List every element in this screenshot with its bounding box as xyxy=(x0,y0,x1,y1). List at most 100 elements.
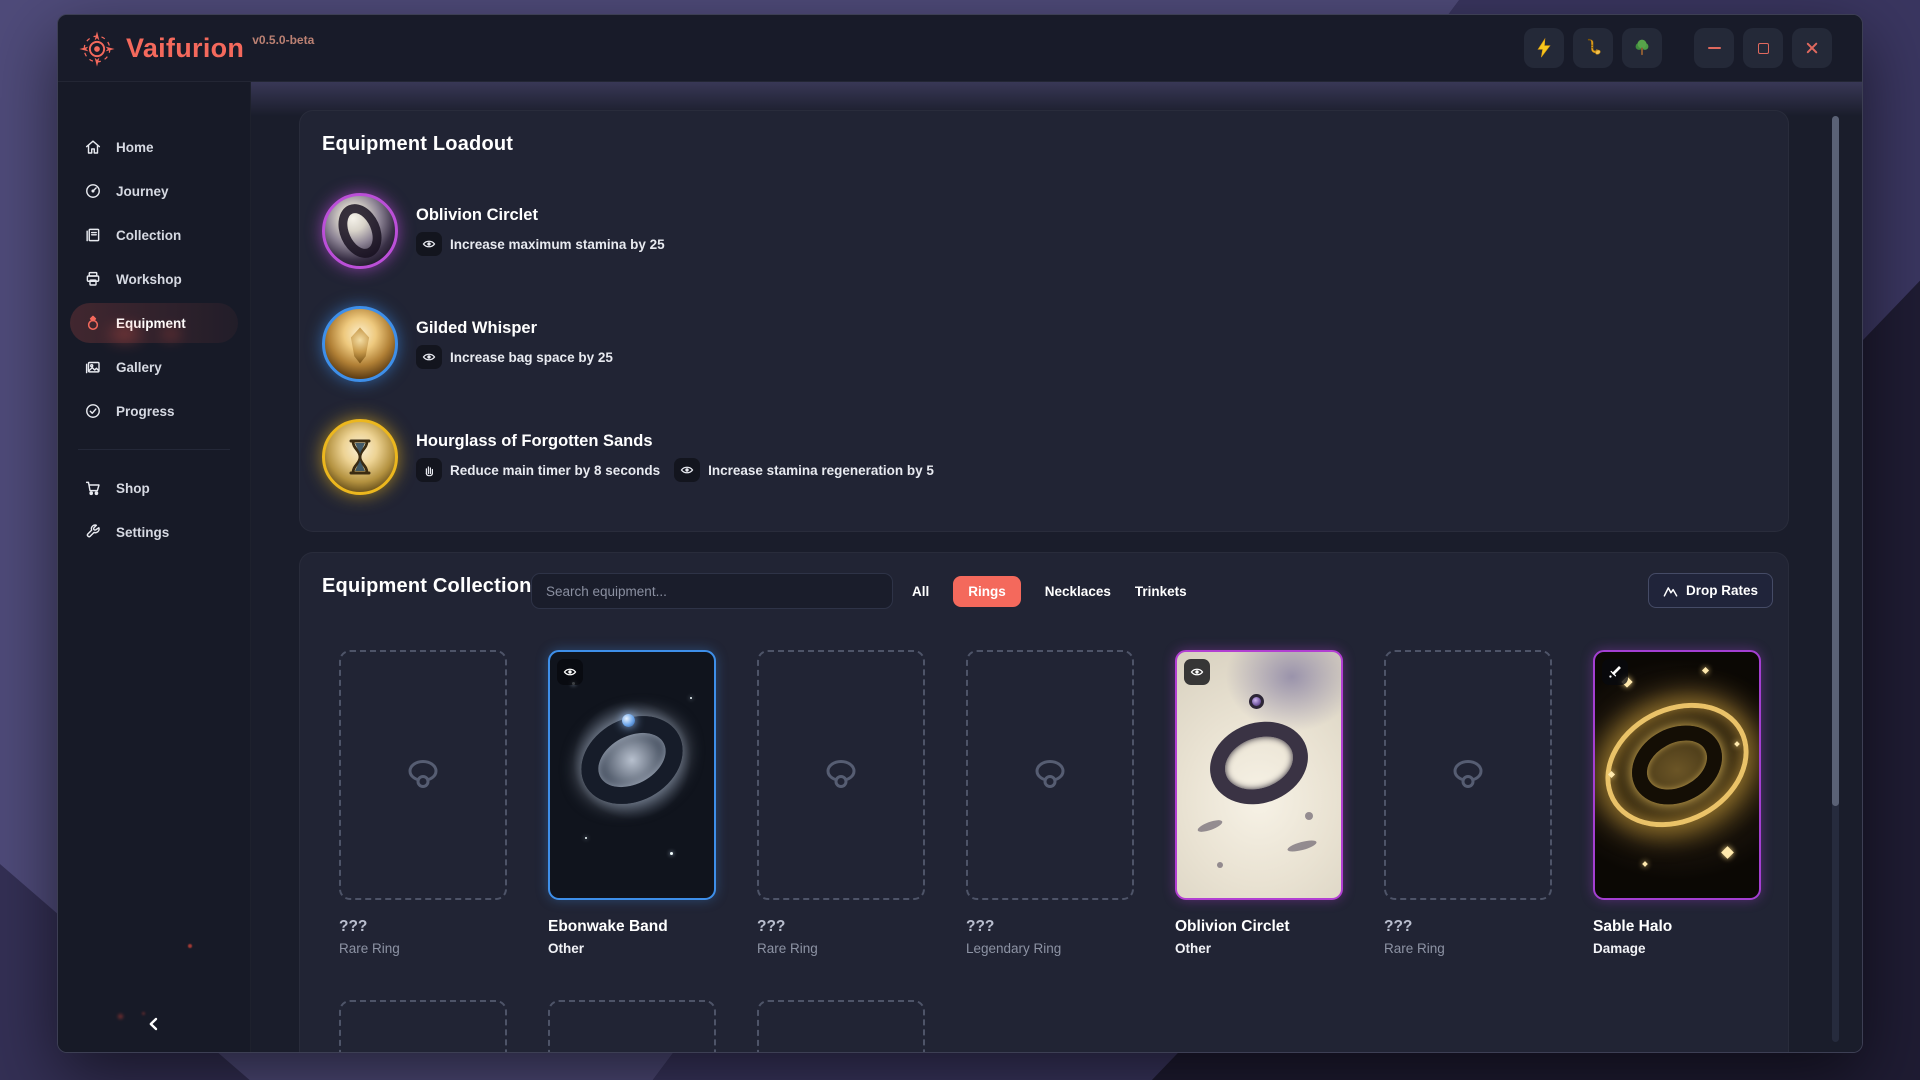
minimize-button[interactable] xyxy=(1694,28,1734,68)
loadout-item-hourglass[interactable]: Hourglass of Forgotten Sands Reduce main… xyxy=(322,417,934,497)
equipped-item-icon[interactable] xyxy=(322,193,398,269)
app-version: v0.5.0-beta xyxy=(252,33,314,47)
unknown-card[interactable] xyxy=(339,1000,507,1052)
drop-rates-label: Drop Rates xyxy=(1686,583,1758,598)
sidebar-divider xyxy=(78,449,230,450)
loadout-title: Equipment Loadout xyxy=(322,133,513,156)
journey-icon xyxy=(84,182,102,200)
effect-text: Increase maximum stamina by 25 xyxy=(450,237,665,252)
cards-row xyxy=(339,1000,925,1052)
sidebar-item-label: Journey xyxy=(116,184,169,199)
equipment-collection-panel: Equipment Collection All Rings Necklaces… xyxy=(299,552,1789,1052)
loadout-item-name: Hourglass of Forgotten Sands xyxy=(416,432,934,451)
eye-icon xyxy=(557,659,583,685)
sidebar-item-label: Equipment xyxy=(116,316,186,331)
sidebar-item-collection[interactable]: Collection xyxy=(70,215,238,255)
equipped-item-icon[interactable] xyxy=(322,306,398,382)
filter-rings[interactable]: Rings xyxy=(953,576,1021,607)
hourglass-artwork xyxy=(343,437,377,477)
app-window: Vaifurion v0.5.0-beta xyxy=(57,14,1863,1053)
ring-artwork xyxy=(1198,708,1319,817)
minimize-icon xyxy=(1708,47,1721,49)
titlebar: Vaifurion v0.5.0-beta xyxy=(58,15,1862,82)
card-name: Ebonwake Band xyxy=(548,917,716,937)
card-slot-4: ??? Legendary Ring xyxy=(966,650,1134,958)
sidebar: Home Journey Collection Workshop xyxy=(58,82,251,1052)
collection-icon xyxy=(84,226,102,244)
sidebar-item-label: Home xyxy=(116,140,154,155)
saxophone-button[interactable] xyxy=(1573,28,1613,68)
ebonwake-band-card[interactable] xyxy=(548,650,716,900)
tree-button[interactable] xyxy=(1622,28,1662,68)
ring-placeholder-icon xyxy=(402,756,444,794)
card-slot-3: ??? Rare Ring xyxy=(757,650,925,958)
lightning-button[interactable] xyxy=(1524,28,1564,68)
progress-icon xyxy=(84,402,102,420)
loadout-item-text: Gilded Whisper Increase bag space by 25 xyxy=(416,319,613,369)
sable-halo-card[interactable] xyxy=(1593,650,1761,900)
unknown-card[interactable] xyxy=(757,1000,925,1052)
sidebar-item-label: Gallery xyxy=(116,360,162,375)
equipped-item-icon[interactable] xyxy=(322,419,398,495)
oblivion-circlet-card[interactable] xyxy=(1175,650,1343,900)
card-slot-5: Oblivion Circlet Other xyxy=(1175,650,1343,958)
search-input[interactable] xyxy=(531,573,893,609)
ring-placeholder-icon xyxy=(1447,756,1489,794)
unknown-card[interactable] xyxy=(1384,650,1552,900)
pendant-artwork xyxy=(347,327,373,363)
loadout-item-name: Oblivion Circlet xyxy=(416,206,665,225)
card-slot-7: Sable Halo Damage xyxy=(1593,650,1761,958)
card-slot-1: ??? Rare Ring xyxy=(339,650,507,958)
card-slot-9 xyxy=(548,1000,716,1052)
loadout-item-gilded-whisper[interactable]: Gilded Whisper Increase bag space by 25 xyxy=(322,304,613,384)
sidebar-item-journey[interactable]: Journey xyxy=(70,171,238,211)
filter-all[interactable]: All xyxy=(912,584,929,599)
filter-necklaces[interactable]: Necklaces xyxy=(1045,584,1111,599)
sidebar-collapse-button[interactable] xyxy=(138,1008,170,1040)
unknown-card[interactable] xyxy=(339,650,507,900)
loadout-item-oblivion-circlet[interactable]: Oblivion Circlet Increase maximum stamin… xyxy=(322,191,665,271)
card-slot-8 xyxy=(339,1000,507,1052)
effect-badge: Increase bag space by 25 xyxy=(416,345,613,369)
sidebar-item-label: Collection xyxy=(116,228,181,243)
gallery-icon xyxy=(84,358,102,376)
loadout-item-text: Hourglass of Forgotten Sands Reduce main… xyxy=(416,432,934,482)
loadout-item-name: Gilded Whisper xyxy=(416,319,613,338)
cards-row: ??? Rare Ring xyxy=(339,650,1761,958)
close-icon xyxy=(1805,41,1819,55)
drop-rates-button[interactable]: Drop Rates xyxy=(1648,573,1773,608)
home-icon xyxy=(84,138,102,156)
unknown-card[interactable] xyxy=(548,1000,716,1052)
sidebar-item-gallery[interactable]: Gallery xyxy=(70,347,238,387)
effect-text: Increase stamina regeneration by 5 xyxy=(708,463,934,478)
effect-badge: Reduce main timer by 8 seconds xyxy=(416,458,660,482)
ember-particle xyxy=(118,1014,123,1019)
unknown-card[interactable] xyxy=(966,650,1134,900)
filter-trinkets[interactable]: Trinkets xyxy=(1135,584,1187,599)
sidebar-item-home[interactable]: Home xyxy=(70,127,238,167)
close-button[interactable] xyxy=(1792,28,1832,68)
unknown-card[interactable] xyxy=(757,650,925,900)
card-name: ??? xyxy=(757,917,925,937)
sidebar-item-equipment[interactable]: Equipment xyxy=(70,303,238,343)
scrollbar-track[interactable] xyxy=(1832,116,1839,1042)
card-type: Rare Ring xyxy=(757,940,925,958)
titlebar-actions xyxy=(1524,28,1832,68)
maximize-button[interactable] xyxy=(1743,28,1783,68)
sidebar-item-settings[interactable]: Settings xyxy=(70,512,238,552)
effect-badge: Increase maximum stamina by 25 xyxy=(416,232,665,256)
gem xyxy=(1249,694,1264,709)
saxophone-icon xyxy=(1582,37,1604,59)
sidebar-item-progress[interactable]: Progress xyxy=(70,391,238,431)
eye-icon xyxy=(1184,659,1210,685)
sidebar-item-shop[interactable]: Shop xyxy=(70,468,238,508)
card-name: ??? xyxy=(339,917,507,937)
sidebar-item-workshop[interactable]: Workshop xyxy=(70,259,238,299)
scrollbar-thumb[interactable] xyxy=(1832,116,1839,806)
card-slot-2: Ebonwake Band Other xyxy=(548,650,716,958)
equipment-loadout-panel: Equipment Loadout Oblivion Circlet Incre… xyxy=(299,110,1789,532)
card-name: ??? xyxy=(1384,917,1552,937)
card-type: Legendary Ring xyxy=(966,940,1134,958)
tree-icon xyxy=(1631,37,1653,59)
effect-badge: Increase stamina regeneration by 5 xyxy=(674,458,934,482)
